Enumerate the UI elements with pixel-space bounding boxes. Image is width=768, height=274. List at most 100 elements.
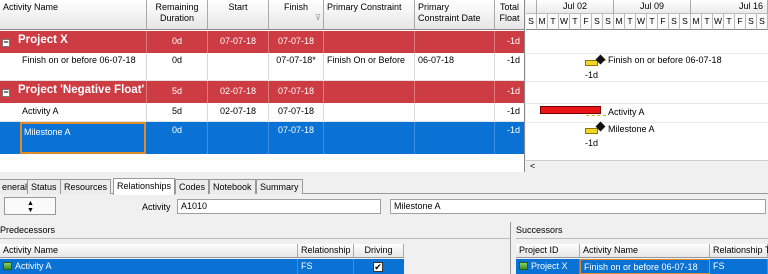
driving-checkbox[interactable]: ✔ [373,262,383,272]
activity-name-cell: Project 'Negative Float' [0,81,147,103]
week-header-blank [526,0,537,14]
finish-cell: 07-07-18* [269,53,324,80]
day-header: M [614,14,625,30]
col-header-total-float[interactable]: Total Float [495,0,524,30]
sort-icon: ⊽ [315,13,321,22]
project-row-project-x[interactable]: − Project X 0d 07-07-18 07-07-18 -1d [0,31,524,53]
activity-row-activity-a[interactable]: Activity A 5d 02-07-18 07-07-18 -1d [0,103,524,122]
pred-activity-name: Activity A [15,261,52,271]
primary-constraint-date-cell [415,103,495,121]
day-header: S [669,14,680,30]
tab-codes[interactable]: Codes [175,179,210,194]
tab-notebook[interactable]: Notebook [209,179,256,194]
activity-icon [519,262,528,270]
gantt-label: Milestone A [608,124,655,134]
spin-down-icon[interactable]: ▼ [27,207,34,214]
total-float-cell: -1d [495,122,524,154]
gantt-chart[interactable]: Jul 02 Jul 09 Jul 16 SMTWTFSSMTWTFSSMTWT… [526,0,768,172]
gantt-horizontal-scrollbar[interactable]: < [526,160,768,172]
remaining-duration-cell: 0d [147,31,208,53]
start-cell: 02-07-18 [208,81,269,103]
col-header-activity-name[interactable]: Activity Name [0,0,147,30]
start-cell [208,53,269,80]
week-header: Jul 16 [691,0,768,14]
tab-summary[interactable]: Summary [256,179,303,194]
scroll-left-icon[interactable]: < [530,161,535,171]
total-float-cell: -1d [495,31,524,53]
col-label: Activity Name [3,2,59,12]
primary-constraint-cell: Finish On or Before [324,53,415,80]
float-label: -1d [585,70,599,80]
col-label: Primary Constraint [327,2,402,12]
activity-name-field[interactable]: Milestone A [390,199,766,214]
day-header: F [735,14,746,30]
activity-name-cell: Project X [0,31,147,53]
navigate-spinner[interactable]: ▲ ▼ [4,197,56,215]
successors-title: Successors [516,223,768,239]
succ-col-project-id[interactable]: Project ID [516,244,580,258]
succ-activity-name: Finish on or before 06-07-18 [580,259,710,274]
total-float-cell: -1d [495,53,524,80]
succ-project-id: Project X [531,261,568,271]
activity-row-milestone-a[interactable]: Milestone A 0d 07-07-18 -1d [0,122,524,154]
gantt-label: Activity A [608,107,645,117]
gantt-label: Finish on or before 06-07-18 [608,55,722,65]
col-header-primary-constraint[interactable]: Primary Constraint [324,0,415,30]
finish-cell: 07-07-18 [269,31,324,53]
remaining-duration-cell: 5d [147,81,208,103]
pred-col-activity-name[interactable]: Activity Name [0,244,298,258]
predecessors-title: Predecessors [0,223,510,239]
float-line [586,115,606,116]
succ-relationship: FS [710,259,768,274]
primary-constraint-date-cell [415,122,495,154]
day-header: S [746,14,757,30]
day-header: M [691,14,702,30]
primary-constraint-date-cell [415,81,495,103]
day-header: T [647,14,658,30]
tab-relationships[interactable]: Relationships [113,178,176,195]
float-label: -1d [585,138,599,148]
col-header-primary-constraint-date[interactable]: Primary Constraint Date [415,0,495,30]
day-header: S [526,14,537,30]
day-header: W [559,14,570,30]
predecessor-row[interactable]: Activity A FS [0,259,404,274]
detail-tabs: eneral Status Resources Relationships Co… [0,178,768,195]
day-header: T [625,14,636,30]
activity-id-field[interactable]: A1010 [177,199,381,214]
col-label: Remaining Duration [155,2,199,23]
activity-bar[interactable] [540,106,601,114]
project-row-negative-float[interactable]: − Project 'Negative Float' 5d 02-07-18 0… [0,81,524,103]
total-float-cell: -1d [495,81,524,103]
finish-cell: 07-07-18 [269,122,324,154]
day-header: T [724,14,735,30]
activity-row-finish-on-or-before[interactable]: Finish on or before 06-07-18 0d 07-07-18… [0,53,524,81]
pred-col-driving[interactable]: Driving [354,244,404,258]
day-header: M [537,14,548,30]
activity-table: Activity Name Remaining Duration Start F… [0,0,525,172]
total-float-cell: -1d [495,103,524,121]
primary-constraint-cell [324,103,415,121]
spin-up-icon[interactable]: ▲ [27,200,34,207]
tab-status[interactable]: Status [27,179,61,194]
col-header-start[interactable]: Start [208,0,269,30]
week-header: Jul 02 [537,0,614,14]
tab-resources[interactable]: Resources [60,179,112,194]
activity-field-label: Activity [142,202,171,212]
col-header-finish[interactable]: Finish ⊽ [269,0,324,30]
col-label: Finish [283,2,308,12]
col-header-remaining-duration[interactable]: Remaining Duration [147,0,208,30]
pred-relationship: FS [298,259,354,274]
succ-col-activity-name[interactable]: Activity Name [580,244,710,258]
day-header: S [680,14,691,30]
primary-constraint-date-cell: 06-07-18 [415,53,495,80]
pred-col-relationship[interactable]: Relationship [298,244,354,258]
succ-col-relationship[interactable]: Relationship T [710,244,768,258]
remaining-duration-cell: 0d [147,122,208,154]
primary-constraint-cell [324,31,415,53]
primary-constraint-cell [324,122,415,154]
finish-cell: 07-07-18 [269,103,324,121]
remaining-duration-cell: 5d [147,103,208,121]
col-label: Total Float [499,2,520,23]
successor-row[interactable]: Project X Finish on or before 06-07-18 F… [516,259,768,274]
activity-name-editor[interactable]: Milestone A [20,122,146,154]
